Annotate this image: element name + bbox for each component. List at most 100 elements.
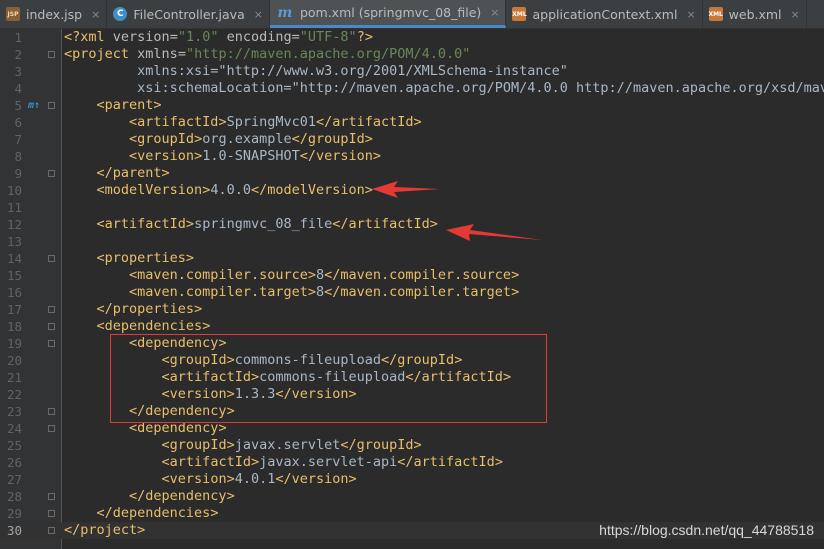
tab-1[interactable]: C FileController.java ×: [107, 0, 270, 28]
code-line[interactable]: 6 <artifactId>SpringMvc01</artifactId>: [0, 114, 824, 131]
close-tab-icon[interactable]: ×: [686, 8, 695, 21]
code-text: </dependencies>: [96, 505, 219, 521]
tab-4[interactable]: XML web.xml ×: [703, 0, 807, 28]
fold-toggle-icon[interactable]: [48, 340, 55, 347]
fold-toggle-icon[interactable]: [48, 323, 55, 330]
code-line[interactable]: 15 <maven.compiler.source>8</maven.compi…: [0, 267, 824, 284]
code-line[interactable]: 20 <groupId>commons-fileupload</groupId>: [0, 352, 824, 369]
watermark: https://blog.csdn.net/qq_44788518: [599, 522, 814, 538]
line-number: 4: [14, 81, 22, 96]
tab-3[interactable]: XML applicationContext.xml ×: [506, 0, 703, 28]
code-text: <artifactId>javax.servlet-api</artifactI…: [161, 454, 503, 470]
code-line[interactable]: 29 </dependencies>: [0, 505, 824, 522]
code-line[interactable]: 8 <version>1.0-SNAPSHOT</version>: [0, 148, 824, 165]
close-tab-icon[interactable]: ×: [791, 8, 800, 21]
code-editor[interactable]: 1 <?xml version="1.0" encoding="UTF-8"?> 2…: [0, 29, 824, 549]
line-number: 26: [6, 455, 22, 470]
line-number: 12: [6, 217, 22, 232]
code-text: <dependency>: [129, 335, 227, 351]
code-line[interactable]: 1 <?xml version="1.0" encoding="UTF-8"?>: [0, 29, 824, 46]
code-text: </parent>: [96, 165, 170, 181]
code-text: <parent>: [96, 97, 162, 113]
line-number: 19: [6, 336, 22, 351]
code-text: <maven.compiler.target>8</maven.compiler…: [129, 284, 520, 300]
tab-0[interactable]: JSP index.jsp ×: [0, 0, 108, 28]
code-text: <groupId>javax.servlet</groupId>: [161, 437, 422, 453]
fold-toggle-icon[interactable]: [48, 408, 55, 415]
code-text: xmlns:xsi="http://www.w3.org/2001/XMLSch…: [64, 63, 568, 79]
code-line[interactable]: 25 <groupId>javax.servlet</groupId>: [0, 437, 824, 454]
code-line[interactable]: 17 </properties>: [0, 301, 824, 318]
code-line[interactable]: 9 </parent>: [0, 165, 824, 182]
code-line[interactable]: 13: [0, 233, 824, 250]
line-number: 3: [14, 64, 22, 79]
java-class-icon: C: [113, 7, 128, 21]
fold-toggle-icon[interactable]: [48, 493, 55, 500]
code-line[interactable]: 16 <maven.compiler.target>8</maven.compi…: [0, 284, 824, 301]
code-line[interactable]: 4 xsi:schemaLocation="http://maven.apach…: [0, 80, 824, 97]
code-text: <artifactId>SpringMvc01</artifactId>: [129, 114, 422, 130]
code-line[interactable]: 5 m↑ <parent>: [0, 97, 824, 114]
code-line[interactable]: 27 <version>4.0.1</version>: [0, 471, 824, 488]
line-number: 16: [6, 285, 22, 300]
code-text: xsi:schemaLocation="http://maven.apache.…: [64, 80, 824, 96]
code-text: <?xml version="1.0" encoding="UTF-8"?>: [64, 29, 373, 45]
code-text: <version>1.0-SNAPSHOT</version>: [129, 148, 382, 164]
fold-toggle-icon[interactable]: [48, 306, 55, 313]
line-number: 30: [6, 523, 22, 538]
line-number: 10: [6, 183, 22, 198]
line-number: 27: [6, 472, 22, 487]
code-line[interactable]: 24 <dependency>: [0, 420, 824, 437]
line-number: 21: [6, 370, 22, 385]
code-line[interactable]: 18 <dependencies>: [0, 318, 824, 335]
line-number: 22: [6, 387, 22, 402]
code-line[interactable]: 12 <artifactId>springmvc_08_file</artifa…: [0, 216, 824, 233]
code-line[interactable]: 10 <modelVersion>4.0.0</modelVersion>: [0, 182, 824, 199]
code-text: <artifactId>commons-fileupload</artifact…: [161, 369, 512, 385]
code-line[interactable]: 7 <groupId>org.example</groupId>: [0, 131, 824, 148]
tab-label: FileController.java: [133, 6, 245, 22]
tab-2[interactable]: m pom.xml (springmvc_08_file) ×: [269, 0, 507, 28]
line-number: 23: [6, 404, 22, 419]
code-line[interactable]: 2 <project xmlns="http://maven.apache.org…: [0, 46, 824, 63]
fold-toggle-icon[interactable]: [48, 255, 55, 262]
xml-file-icon: XML: [708, 7, 723, 21]
line-number: 20: [6, 353, 22, 368]
jsp-file-icon: JSP: [6, 7, 20, 21]
editor-tab-bar: JSP index.jsp × C FileController.java × m pom.x…: [0, 0, 824, 29]
code-line[interactable]: 11: [0, 199, 824, 216]
line-number: 28: [6, 489, 22, 504]
line-number: 5: [14, 98, 22, 113]
fold-toggle-icon[interactable]: [48, 102, 55, 109]
code-line[interactable]: 22 <version>1.3.3</version>: [0, 386, 824, 403]
code-line[interactable]: 3 xmlns:xsi="http://www.w3.org/2001/XMLS…: [0, 63, 824, 80]
code-line[interactable]: 21 <artifactId>commons-fileupload</artif…: [0, 369, 824, 386]
code-line[interactable]: 23 </dependency>: [0, 403, 824, 420]
line-number: 24: [6, 421, 22, 436]
line-number: 15: [6, 268, 22, 283]
close-tab-icon[interactable]: ×: [91, 8, 100, 21]
fold-toggle-icon[interactable]: [48, 425, 55, 432]
code-line[interactable]: 19 <dependency>: [0, 335, 824, 352]
tab-label: applicationContext.xml: [532, 6, 678, 22]
close-tab-icon[interactable]: ×: [254, 8, 263, 21]
code-text: </properties>: [96, 301, 203, 317]
line-number: 9: [14, 166, 22, 181]
code-line[interactable]: 28 </dependency>: [0, 488, 824, 505]
code-text: <version>4.0.1</version>: [161, 471, 357, 487]
close-tab-icon[interactable]: ×: [490, 6, 499, 19]
fold-toggle-icon[interactable]: [48, 527, 55, 534]
code-line[interactable]: 14 <properties>: [0, 250, 824, 267]
maven-parent-gutter-icon[interactable]: m↑: [28, 97, 40, 114]
line-number: 6: [14, 115, 22, 130]
line-number: 7: [14, 132, 22, 147]
code-text: <groupId>org.example</groupId>: [129, 131, 373, 147]
code-text: <artifactId>springmvc_08_file</artifactI…: [96, 216, 438, 232]
code-line[interactable]: 26 <artifactId>javax.servlet-api</artifa…: [0, 454, 824, 471]
fold-toggle-icon[interactable]: [48, 170, 55, 177]
code-text: <maven.compiler.source>8</maven.compiler…: [129, 267, 520, 283]
line-number: 17: [6, 302, 22, 317]
fold-toggle-icon[interactable]: [48, 510, 55, 517]
fold-toggle-icon[interactable]: [48, 51, 55, 58]
code-text: </project>: [64, 522, 146, 538]
